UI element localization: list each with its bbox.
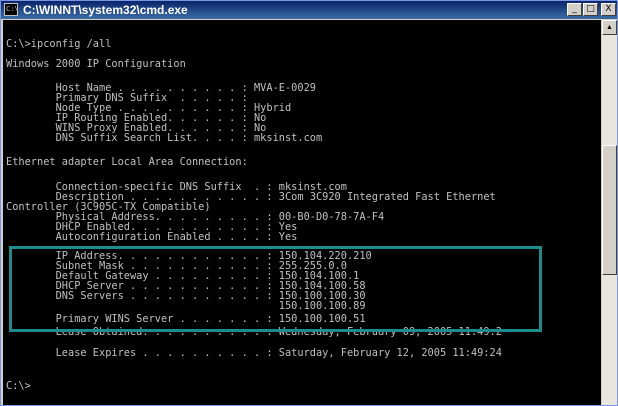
title-bar[interactable]: C:\ C:\WINNT\system32\cmd.exe _ □ X (1, 1, 617, 19)
vertical-scrollbar[interactable]: ▲ (602, 20, 617, 405)
console-line: C:\>ipconfig /all (6, 38, 112, 50)
console-output[interactable]: C:\>ipconfig /all Windows 2000 IP Config… (3, 20, 601, 405)
console-line: Autoconfiguration Enabled . . . . : Yes (6, 231, 298, 243)
minimize-button[interactable]: _ (567, 3, 582, 16)
cmd-window: C:\ C:\WINNT\system32\cmd.exe _ □ X C:\>… (0, 0, 618, 406)
console-icon: C:\ (4, 3, 18, 16)
console-line: Windows 2000 IP Configuration (6, 58, 186, 70)
scrollbar-thumb[interactable] (602, 145, 617, 275)
window-title: C:\WINNT\system32\cmd.exe (23, 3, 188, 17)
scroll-up-arrow-icon[interactable]: ▲ (602, 20, 617, 35)
console-line: Lease Expires . . . . . . . . . . : Satu… (6, 347, 502, 359)
console-line: DNS Suffix Search List. . . . : mksinst.… (6, 132, 323, 144)
console-prompt: C:\> (6, 380, 31, 392)
highlight-annotation-box (9, 246, 542, 332)
maximize-button[interactable]: □ (583, 3, 598, 16)
console-line: Ethernet adapter Local Area Connection: (6, 156, 248, 168)
close-button[interactable]: X (601, 3, 616, 16)
